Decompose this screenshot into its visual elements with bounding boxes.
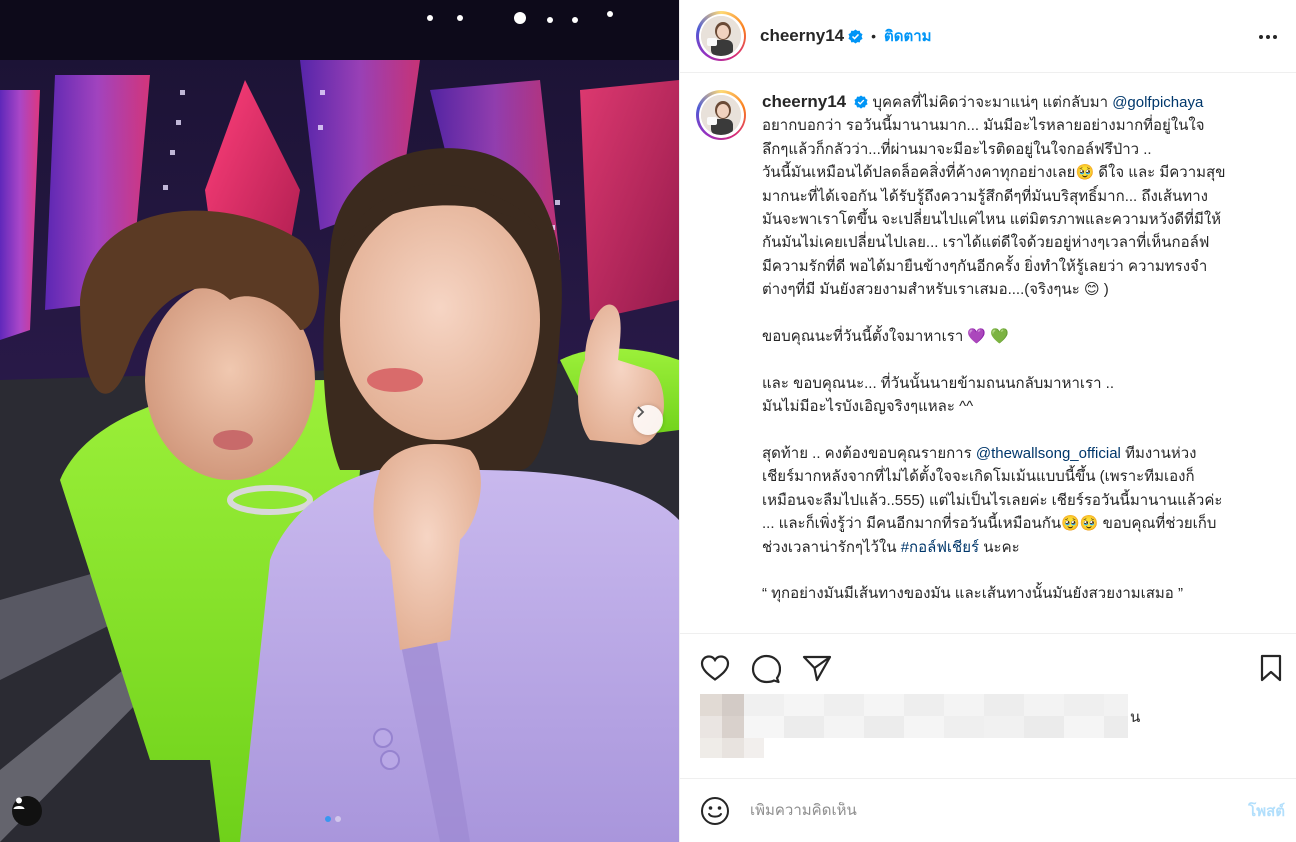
caption-line: มันจะพาเราโตขึ้น จะเปลี่ยนไปแค่ไหน แต่มิ…	[762, 211, 1222, 229]
comment-bubble-icon[interactable]	[751, 654, 781, 684]
caption-line: วันนี้มันเหมือนได้ปลดล็อคสิ่งที่ค้างคาทุ…	[762, 164, 1226, 182]
follow-button[interactable]: ติดตาม	[884, 24, 932, 48]
carousel-indicator	[325, 816, 341, 822]
caption-line: อยากบอกว่า รอวันนี้มานานมาก... มันมีอะไร…	[762, 117, 1205, 135]
comment-input[interactable]	[750, 802, 1210, 819]
user-tag-icon	[13, 797, 25, 809]
caption-line: ต่างๆที่มี มันยังสวยงามสำหรับเราเสมอ....…	[762, 281, 1109, 299]
caption-line: สุดท้าย .. คงต้องขอบคุณรายการ @thewallso…	[762, 442, 1262, 465]
caption-avatar[interactable]	[696, 90, 746, 140]
caption-text-segment: บุคคลที่ไม่คิดว่าจะมาแน่ๆ แต่กลับมา	[872, 94, 1109, 111]
tagged-users-button[interactable]	[12, 796, 42, 826]
heart-icon[interactable]	[700, 654, 730, 682]
paper-plane-icon[interactable]	[802, 654, 832, 682]
verified-badge-icon	[854, 95, 868, 109]
caption-line: และ ขอบคุณนะ... ที่วันนั้นนายข้ามถนนกลับ…	[762, 374, 1115, 392]
likes-suffix-text: น	[1130, 709, 1140, 726]
verified-badge-icon	[848, 28, 863, 44]
caption-text-segment: นะคะ	[983, 538, 1020, 556]
caption-section: cheerny14 บุคคลที่ไม่คิดว่าจะมาแน่ๆ แต่ก…	[680, 74, 1296, 633]
avatar[interactable]	[696, 11, 746, 61]
header-separator: •	[871, 28, 877, 44]
post-author-username[interactable]: cheerny14	[760, 26, 844, 46]
caption-line: มีความรักที่ดี พอได้มายืนข้างๆกันอีกครั้…	[762, 257, 1208, 275]
stage-selfie-image	[0, 0, 679, 842]
caption-line: ขอบคุณนะที่วันนี้ตั้งใจมาหาเรา 💜 💚	[762, 328, 1009, 346]
smiley-icon[interactable]	[700, 796, 730, 826]
post-side-panel: cheerny14 • ติดตาม cheerny14 บุคคลที่ไม่…	[679, 0, 1296, 842]
caption-line: ... และก็เพิ่งรู้ว่า มีคนอีกมากที่รอวันน…	[762, 515, 1217, 533]
bookmark-icon[interactable]	[1259, 654, 1283, 682]
caption-line: เชียร์มากหลังจากที่ไม่ได้ตั้งใจจะเกิดโมเ…	[762, 468, 1195, 486]
mention-link[interactable]: @golfpichaya	[1112, 94, 1203, 111]
more-options-icon[interactable]	[1257, 26, 1279, 48]
mention-link[interactable]: @thewallsong_official	[976, 445, 1121, 462]
caption-username[interactable]: cheerny14	[762, 92, 846, 111]
carousel-dot-active	[325, 816, 331, 822]
caption-line: “ ทุกอย่างมันมีเส้นทางของมัน และเส้นทางน…	[762, 585, 1183, 603]
chevron-right-icon	[637, 406, 645, 418]
caption-text-segment: ทีมงานห่วง	[1125, 445, 1197, 463]
profile-picture	[701, 16, 741, 56]
caption-line: ลึกๆแล้วก็กลัวว่า...ที่ผ่านมาจะมีอะไรติด…	[762, 140, 1152, 158]
carousel-next-button[interactable]	[633, 405, 663, 435]
caption-text-segment: ช่วงเวลาน่ารักๆไว้ใน	[762, 538, 897, 556]
caption-line: cheerny14 บุคคลที่ไม่คิดว่าจะมาแน่ๆ แต่ก…	[762, 90, 1262, 114]
profile-picture	[701, 95, 741, 135]
likes-summary[interactable]: น	[700, 694, 1150, 765]
post-photo[interactable]	[0, 0, 679, 842]
caption-line: ช่วงเวลาน่ารักๆไว้ใน #กอล์ฟเชียร์ นะคะ	[762, 536, 1262, 559]
caption-line: มากนะที่ได้เจอกัน ได้รับรู้ถึงความรู้สึก…	[762, 187, 1208, 205]
likes-pixelated-preview: น	[700, 694, 1140, 758]
hashtag-link[interactable]: #กอล์ฟเชียร์	[901, 539, 979, 556]
caption-line: กันมันไม่เคยเปลี่ยนไปเลย... เราได้แต่ดีใ…	[762, 234, 1210, 252]
post-comment-button[interactable]: โพสต์	[1248, 799, 1285, 823]
caption-text: cheerny14 บุคคลที่ไม่คิดว่าจะมาแน่ๆ แต่ก…	[762, 90, 1262, 633]
post-header: cheerny14 • ติดตาม	[680, 0, 1296, 73]
caption-text-segment: สุดท้าย .. คงต้องขอบคุณรายการ	[762, 445, 972, 463]
carousel-dot	[335, 816, 341, 822]
caption-line: เหมือนจะลืมไปแล้ว..555) แต่ไม่เป็นไรเลยค…	[762, 491, 1223, 509]
comment-bar: โพสต์	[680, 778, 1296, 842]
caption-line: มันไม่มีอะไรบังเอิญจริงๆแหละ ^^	[762, 398, 974, 416]
